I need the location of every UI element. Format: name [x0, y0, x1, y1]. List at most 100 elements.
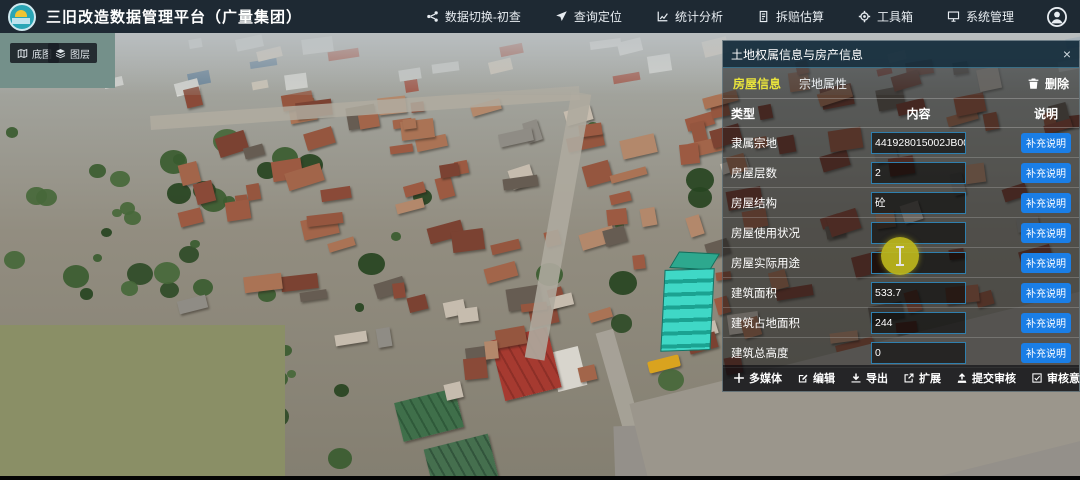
panel-header: 土地权属信息与房产信息 × [723, 41, 1079, 68]
map-feature [328, 448, 352, 468]
field-value-input[interactable] [871, 222, 966, 244]
map-feature [609, 271, 637, 295]
note-button[interactable]: 补充说明 [1021, 163, 1071, 183]
toolbar-item-media[interactable]: 多媒体 [733, 370, 782, 386]
map-feature [299, 289, 327, 302]
field-value-input[interactable]: 砼 [871, 192, 966, 214]
map-feature [484, 340, 499, 360]
tab-house-info[interactable]: 房屋信息 [733, 75, 781, 92]
toolbar-item-submit[interactable]: 提交审核 [956, 370, 1016, 386]
export-icon [850, 372, 862, 384]
close-icon[interactable]: × [1063, 47, 1071, 61]
nav-item-estimate[interactable]: 拆赔估算 [757, 8, 824, 25]
field-label: 房屋使用状况 [731, 225, 871, 241]
map-feature [89, 164, 106, 178]
map-feature [685, 214, 704, 237]
map-feature [658, 369, 684, 391]
map-feature [63, 265, 89, 287]
nav-item-label: 系统管理 [966, 8, 1014, 25]
map-feature [328, 237, 357, 253]
field-value-input[interactable]: 441928015002JB00 [871, 132, 966, 154]
delete-button[interactable]: 删除 [1027, 75, 1069, 92]
map-feature [609, 166, 647, 183]
map-feature [121, 281, 138, 295]
map-feature [389, 143, 413, 154]
map-feature [686, 168, 714, 192]
map-feature [424, 434, 499, 476]
locate-icon [555, 10, 568, 23]
note-button[interactable]: 补充说明 [1021, 313, 1071, 333]
layers-icon [55, 48, 66, 59]
map-feature [177, 295, 208, 315]
letterbox-strip [0, 476, 1080, 480]
plus-icon [733, 372, 745, 384]
map-feature [160, 282, 179, 298]
map-feature [588, 306, 613, 322]
tab-parcel-attributes[interactable]: 宗地属性 [799, 75, 847, 92]
field-label: 建筑占地面积 [731, 315, 871, 331]
submit-icon [956, 372, 968, 384]
expand-icon [903, 372, 915, 384]
map-feature [179, 246, 199, 263]
map-feature [439, 162, 460, 178]
field-value-input[interactable]: 2 [871, 162, 966, 184]
map-feature [193, 279, 213, 296]
nav-item-system[interactable]: 系统管理 [947, 8, 1014, 25]
map-feature [4, 251, 25, 269]
nav-item-stats[interactable]: 统计分析 [656, 8, 723, 25]
edit-icon [797, 372, 809, 384]
toolbar-item-label: 审核意见 [1047, 370, 1080, 386]
field-label: 隶属宗地 [731, 135, 871, 151]
user-avatar-icon[interactable] [1046, 6, 1068, 28]
field-value-input[interactable]: 533.7 [871, 282, 966, 304]
map-feature [435, 176, 456, 201]
map-feature [395, 198, 424, 215]
field-value-input[interactable]: 244 [871, 312, 966, 334]
map-feature [392, 283, 406, 300]
map-feature [451, 228, 486, 253]
map-feature [80, 288, 94, 300]
map-feature [307, 212, 344, 228]
nav-item-locate[interactable]: 查询定位 [555, 8, 622, 25]
nav-item-toolbox[interactable]: 工具箱 [858, 8, 913, 25]
map-feature [167, 183, 191, 203]
toolbar-item-edit[interactable]: 编辑 [797, 370, 835, 386]
note-button[interactable]: 补充说明 [1021, 253, 1071, 273]
map-feature [632, 254, 646, 269]
data-switch-icon [426, 10, 439, 23]
map-feature [280, 272, 319, 291]
note-button[interactable]: 补充说明 [1021, 193, 1071, 213]
note-button[interactable]: 补充说明 [1021, 133, 1071, 153]
field-label: 建筑面积 [731, 285, 871, 301]
map-feature [358, 253, 384, 275]
map-feature [287, 370, 296, 378]
map-feature [110, 171, 130, 188]
col-type: 类型 [731, 105, 871, 122]
toolbar-item-export[interactable]: 导出 [850, 370, 888, 386]
toolbar-item-review[interactable]: 审核意见 [1031, 370, 1080, 386]
toolbar-item-expand[interactable]: 扩展 [903, 370, 941, 386]
toolbar-item-label: 扩展 [919, 370, 941, 386]
map-feature [577, 364, 596, 382]
note-button[interactable]: 补充说明 [1021, 343, 1071, 363]
app-title: 三旧改造数据管理平台（广量集团） [46, 6, 302, 27]
note-button[interactable]: 补充说明 [1021, 223, 1071, 243]
map-feature [154, 262, 180, 284]
app-logo [8, 3, 36, 31]
field-value-input[interactable]: 0 [871, 342, 966, 364]
table-row: 房屋结构砼补充说明 [723, 188, 1079, 218]
map-feature [355, 303, 365, 311]
toolbar-item-label: 导出 [866, 370, 888, 386]
map-feature [376, 327, 393, 348]
map-feature [0, 325, 285, 476]
map-feature [334, 384, 349, 397]
selected-building-highlight[interactable] [660, 251, 715, 351]
nav-item-data-switch[interactable]: 数据切换-初查 [426, 8, 521, 25]
property-info-panel: 土地权属信息与房产信息 × 房屋信息 宗地属性 删除 类型 内容 说明 隶属宗地… [722, 40, 1080, 392]
map-button-layers[interactable]: 图层 [48, 43, 97, 63]
map-feature [190, 240, 200, 249]
note-button[interactable]: 补充说明 [1021, 283, 1071, 303]
chart-icon [656, 10, 669, 23]
map-feature [124, 211, 140, 225]
table-row: 建筑占地面积244 补充说明 [723, 308, 1079, 338]
